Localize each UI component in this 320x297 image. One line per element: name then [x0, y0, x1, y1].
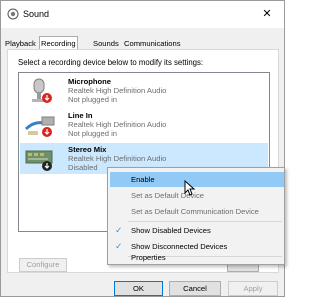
context-menu: Enable Set as Default Device Set as Defa…: [107, 167, 285, 265]
device-name: Stereo Mix: [68, 145, 107, 154]
stereo-mix-icon: [25, 150, 53, 171]
configure-button[interactable]: Configure: [19, 258, 67, 272]
mouse-cursor-icon: [184, 180, 196, 196]
title-bar: Sound ✕: [1, 1, 284, 28]
menu-item-label: Show Disabled Devices: [131, 226, 211, 235]
checkmark-icon: ✓: [115, 225, 123, 235]
menu-separator: [128, 221, 282, 222]
device-name: Line In: [68, 111, 93, 120]
menu-item-set-default[interactable]: Set as Default Device: [110, 188, 284, 203]
menu-item-set-default-communication[interactable]: Set as Default Communication Device: [110, 204, 284, 219]
device-status: Disabled: [68, 163, 98, 172]
device-status: Not plugged in: [68, 129, 117, 138]
menu-item-properties[interactable]: Properties: [110, 251, 284, 264]
device-driver: Realtek High Definition Audio: [68, 154, 167, 163]
device-name: Microphone: [68, 77, 112, 86]
ok-button[interactable]: OK: [114, 281, 163, 296]
device-item-line-in[interactable]: Line In Realtek High Definition Audio No…: [20, 109, 268, 140]
window-title: Sound: [23, 9, 50, 19]
device-item-microphone[interactable]: Microphone Realtek High Definition Audio…: [20, 75, 268, 106]
device-driver: Realtek High Definition Audio: [68, 86, 167, 95]
menu-item-show-disabled[interactable]: ✓ Show Disabled Devices: [110, 223, 284, 238]
device-driver: Realtek High Definition Audio: [68, 120, 167, 129]
instructions-label: Select a recording device below to modif…: [18, 58, 204, 67]
microphone-icon: [32, 78, 52, 103]
device-status: Not plugged in: [68, 95, 117, 104]
speaker-icon: [7, 8, 19, 20]
close-button[interactable]: ✕: [250, 1, 284, 28]
menu-item-label: Show Disconnected Devices: [131, 242, 228, 251]
cancel-button[interactable]: Cancel: [169, 281, 221, 296]
line-in-icon: [24, 116, 55, 137]
tab-recording[interactable]: Recording: [39, 36, 78, 50]
apply-button[interactable]: Apply: [228, 281, 278, 296]
menu-item-enable[interactable]: Enable: [110, 172, 284, 187]
